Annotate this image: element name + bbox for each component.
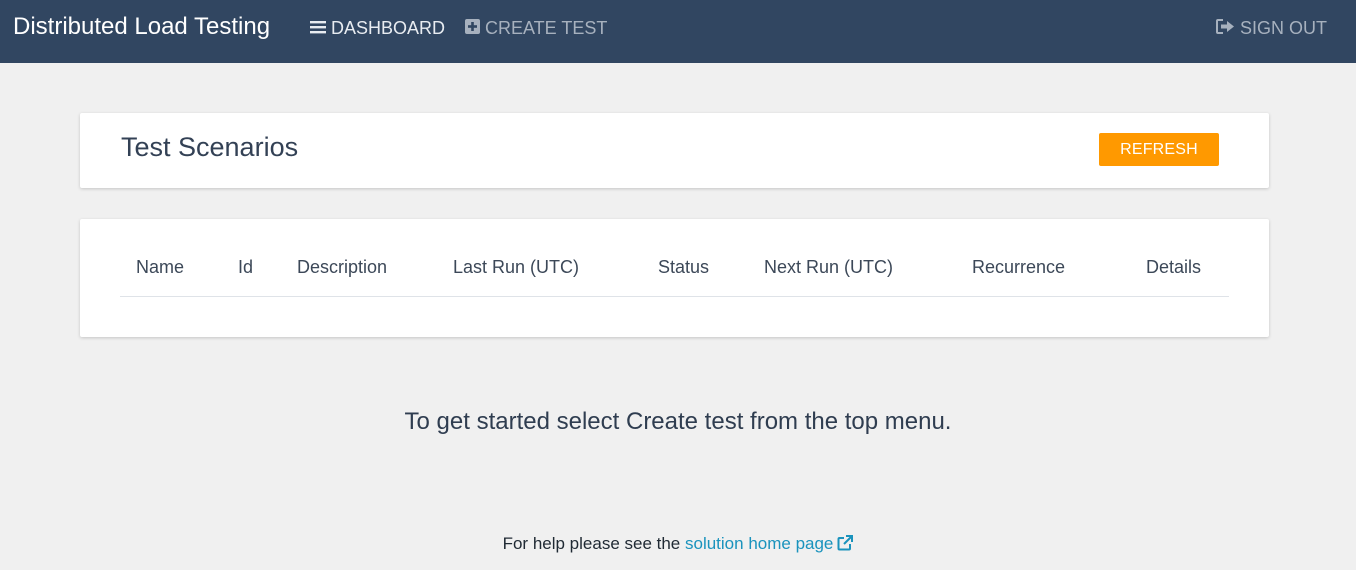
app-brand[interactable]: Distributed Load Testing — [13, 13, 270, 41]
solution-home-page-link[interactable]: solution home page — [685, 534, 854, 556]
external-link-icon — [837, 535, 854, 556]
scenarios-header-card: Test Scenarios REFRESH — [80, 113, 1269, 188]
nav-sign-out[interactable]: SIGN OUT — [1216, 17, 1327, 39]
column-header-name[interactable]: Name — [136, 257, 184, 278]
page-title: Test Scenarios — [121, 132, 299, 162]
menu-icon — [310, 17, 326, 39]
help-prefix-text: For help please see the — [502, 534, 685, 553]
refresh-button[interactable]: REFRESH — [1099, 133, 1219, 166]
column-header-description[interactable]: Description — [297, 257, 387, 278]
scenarios-table-card: Name Id Description Last Run (UTC) Statu… — [80, 219, 1269, 337]
column-header-recurrence[interactable]: Recurrence — [972, 257, 1065, 278]
nav-sign-out-label: SIGN OUT — [1240, 18, 1328, 38]
column-header-last-run[interactable]: Last Run (UTC) — [453, 257, 579, 278]
column-header-id[interactable]: Id — [238, 257, 253, 278]
solution-home-page-link-text: solution home page — [685, 534, 834, 553]
empty-state-message: To get started select Create test from t… — [404, 408, 952, 435]
help-footer: For help please see the solution home pa… — [0, 534, 1356, 556]
column-header-next-run[interactable]: Next Run (UTC) — [764, 257, 893, 278]
nav-dashboard-label: DASHBOARD — [331, 18, 446, 38]
column-header-details[interactable]: Details — [1146, 257, 1201, 278]
nav-dashboard[interactable]: DASHBOARD — [310, 17, 445, 39]
plus-square-icon — [465, 17, 480, 39]
nav-create-test-label: CREATE TEST — [485, 18, 608, 38]
column-header-status[interactable]: Status — [658, 257, 709, 278]
sign-out-icon — [1216, 17, 1235, 39]
table-header-divider — [120, 296, 1229, 297]
top-navbar: Distributed Load Testing DASHBOARD CREAT… — [0, 0, 1356, 63]
nav-create-test[interactable]: CREATE TEST — [465, 17, 607, 39]
